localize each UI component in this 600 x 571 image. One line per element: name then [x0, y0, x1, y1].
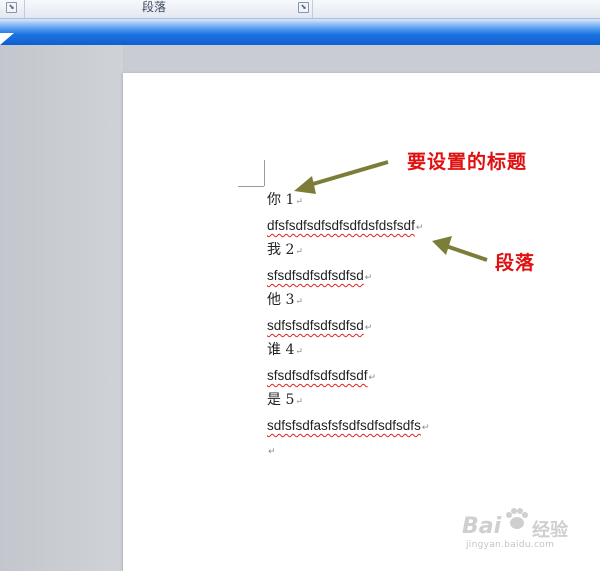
- dialog-launcher-icon[interactable]: ⬊: [6, 2, 17, 13]
- paragraph-dialog-launcher-icon[interactable]: ⬊: [298, 2, 309, 13]
- watermark-name: 经验: [532, 520, 568, 541]
- paragraph-mark-icon: ↵: [295, 197, 303, 207]
- line-text: sfsdfsdfsdfsdfsd: [267, 268, 364, 283]
- paragraph-mark-icon: ↵: [268, 447, 276, 457]
- paragraph-line[interactable]: sdfsfsdfasfsfsdfsdfsdfsdfs↵: [267, 413, 587, 438]
- paragraph-mark-icon: ↵: [295, 397, 303, 407]
- ribbon-group-separator: [312, 0, 313, 18]
- line-text: dfsfsdfsdfsdfsdfdsfdsfsdf: [267, 218, 415, 233]
- line-text: 你 1: [267, 192, 295, 208]
- ribbon-group-separator: [24, 0, 25, 18]
- left-gutter: [0, 45, 123, 571]
- paragraph-mark-icon: ↵: [421, 422, 430, 432]
- line-text: 是 5: [267, 392, 295, 408]
- watermark-url: jingyan.baidu.com: [466, 540, 555, 550]
- line-text: 我 2: [267, 242, 295, 258]
- ribbon-strip: ⬊ 段落 ⬊: [0, 0, 600, 19]
- margin-crop-mark: [238, 186, 264, 187]
- line-text: 他 3: [267, 292, 295, 308]
- paragraph-mark-icon: ↵: [295, 247, 303, 257]
- heading-line[interactable]: 我 2↵: [267, 238, 587, 263]
- annotation-title-label: 要设置的标题: [407, 151, 528, 173]
- empty-paragraph[interactable]: ↵: [267, 438, 587, 463]
- paragraph-mark-icon: ↵: [295, 297, 303, 307]
- margin-crop-mark: [264, 160, 265, 186]
- paragraph-mark-icon: ↵: [415, 222, 424, 232]
- heading-line[interactable]: 谁 4↵: [267, 338, 587, 363]
- paragraph-line[interactable]: sfsdfsdfsdfsdfsd↵: [267, 263, 587, 288]
- line-text: sdfsfsdfsdfsdfsd: [267, 318, 364, 333]
- paragraph-mark-icon: ↵: [364, 272, 373, 282]
- line-text: sfsdfsdfsdfsdfsdf: [267, 368, 368, 383]
- paragraph-mark-icon: ↵: [368, 372, 377, 382]
- line-text: 谁 4: [267, 342, 295, 358]
- line-text: sdfsfsdfasfsfsdfsdfsdfsdfs: [267, 418, 421, 433]
- baidu-watermark: Bai 经验 jingyan.baidu.com: [460, 500, 592, 560]
- ruler-band: [0, 19, 600, 45]
- paragraph-mark-icon: ↵: [364, 322, 373, 332]
- document-body[interactable]: 你 1↵ dfsfsdfsdfsdfsdfdsfdsfsdf↵ 我 2↵ sfs…: [267, 188, 587, 463]
- paragraph-line[interactable]: dfsfsdfsdfsdfsdfdsfdsfsdf↵: [267, 213, 587, 238]
- ribbon-group-label-paragraph: 段落: [142, 0, 167, 14]
- heading-line[interactable]: 你 1↵: [267, 188, 587, 213]
- heading-line[interactable]: 是 5↵: [267, 388, 587, 413]
- annotation-paragraph-label: 段落: [495, 252, 536, 274]
- paw-icon: [506, 508, 528, 529]
- heading-line[interactable]: 他 3↵: [267, 288, 587, 313]
- paragraph-line[interactable]: sdfsfsdfsdfsdfsd↵: [267, 313, 587, 338]
- tab-selector[interactable]: [0, 33, 14, 45]
- paragraph-line[interactable]: sfsdfsdfsdfsdfsdf↵: [267, 363, 587, 388]
- watermark-brand: Bai: [462, 514, 502, 539]
- paragraph-mark-icon: ↵: [295, 347, 303, 357]
